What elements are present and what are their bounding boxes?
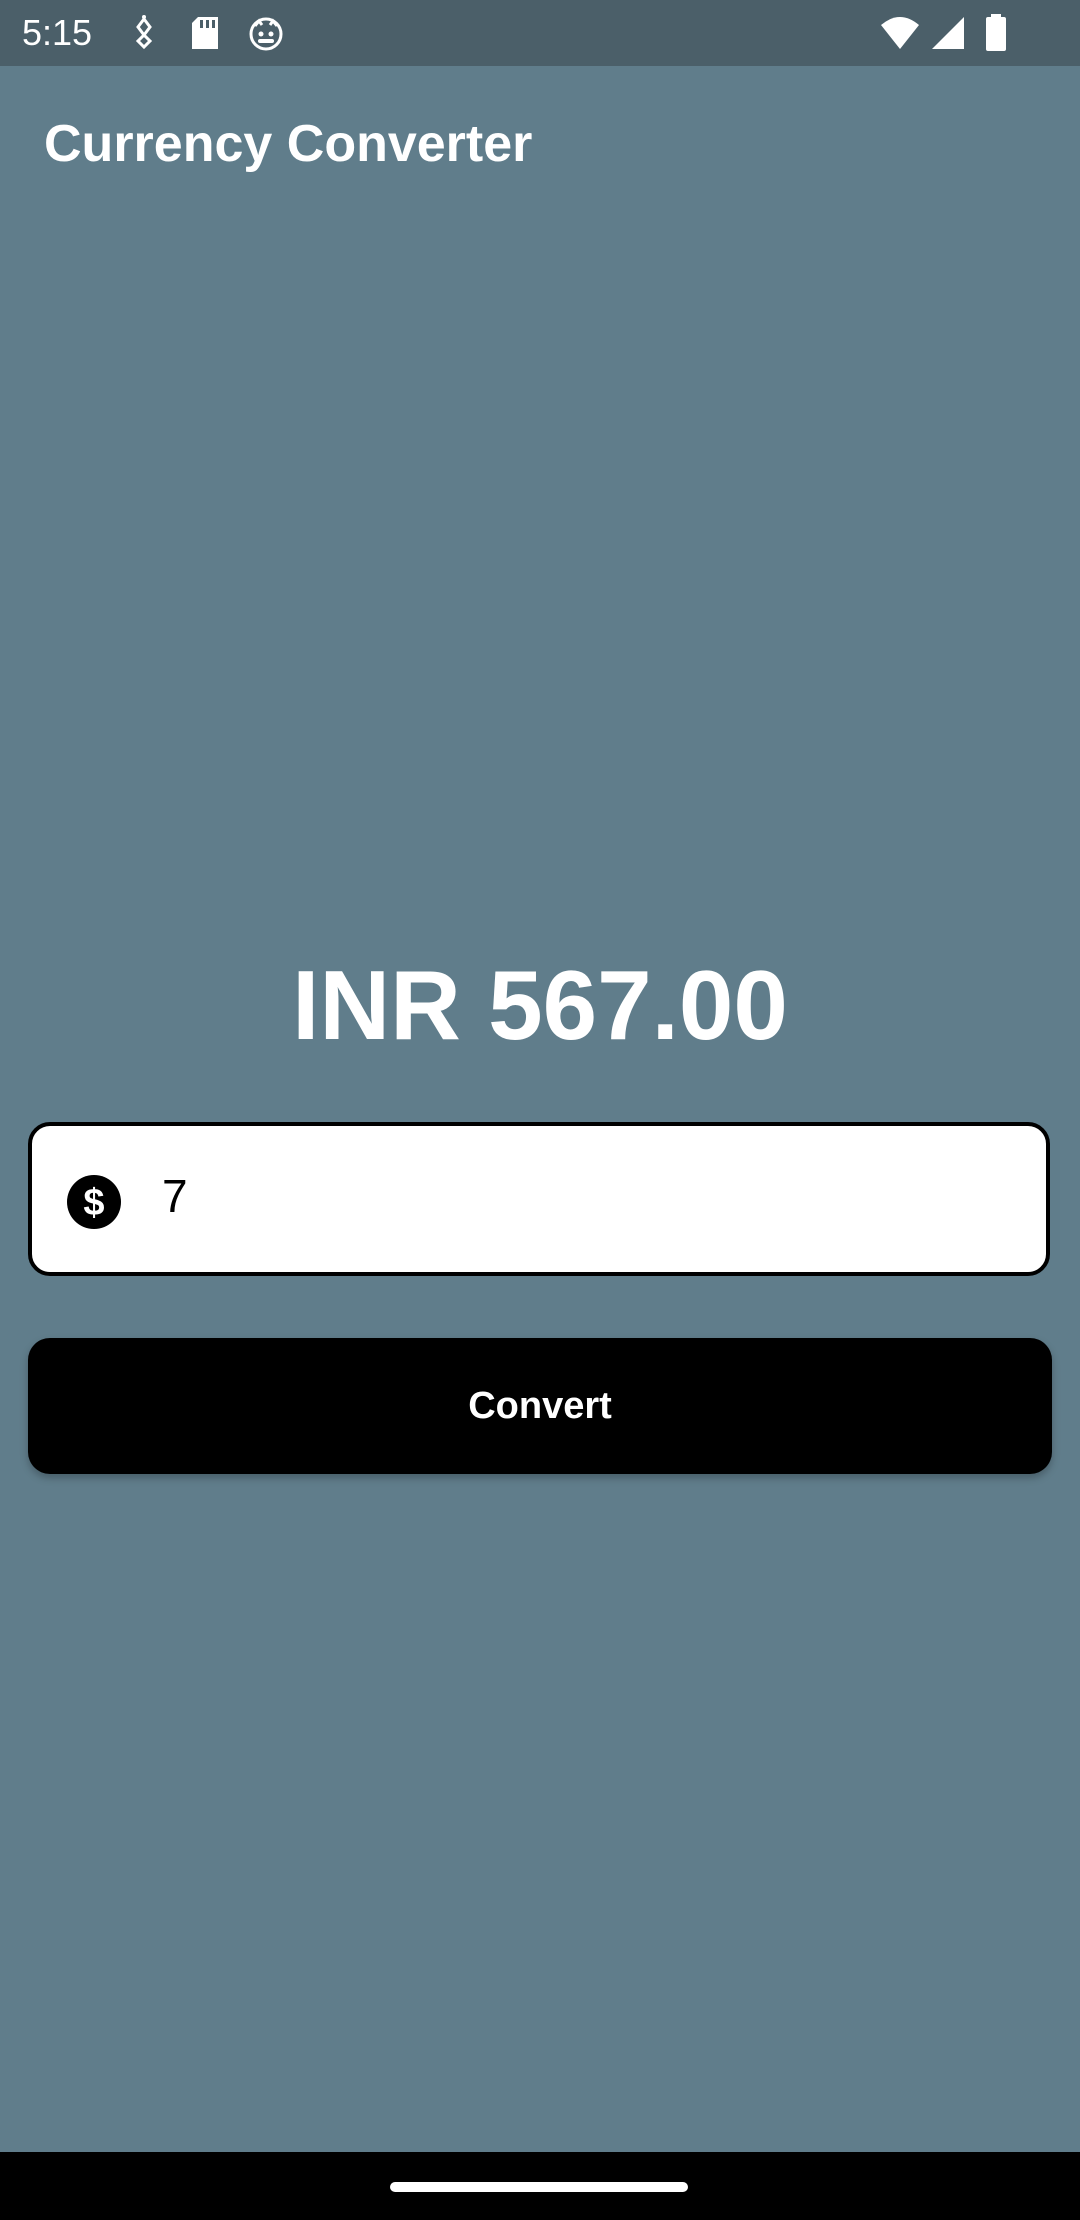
amount-input-field[interactable]: $ 7: [28, 1122, 1050, 1276]
navigation-bar: [0, 2152, 1080, 2220]
svg-text:$: $: [83, 1182, 104, 1224]
sd-card-icon: [186, 13, 226, 53]
status-bar: 5:15: [0, 0, 1080, 66]
usb-debug-icon: [124, 13, 164, 53]
app-screen: 5:15 Currency Converter INR 567.00 $ 7 C…: [0, 0, 1080, 2220]
signal-icon: [928, 13, 968, 53]
home-indicator[interactable]: [390, 2182, 688, 2192]
android-icon: [246, 13, 286, 53]
app-title: Currency Converter: [44, 115, 533, 173]
status-time: 5:15: [22, 12, 93, 53]
battery-icon: [976, 13, 1016, 53]
convert-button[interactable]: Convert: [28, 1338, 1052, 1474]
dollar-icon: $: [66, 1174, 122, 1230]
wifi-icon: [880, 13, 920, 53]
amount-input-value[interactable]: 7: [162, 1168, 188, 1224]
conversion-result: INR 567.00: [292, 950, 788, 1060]
